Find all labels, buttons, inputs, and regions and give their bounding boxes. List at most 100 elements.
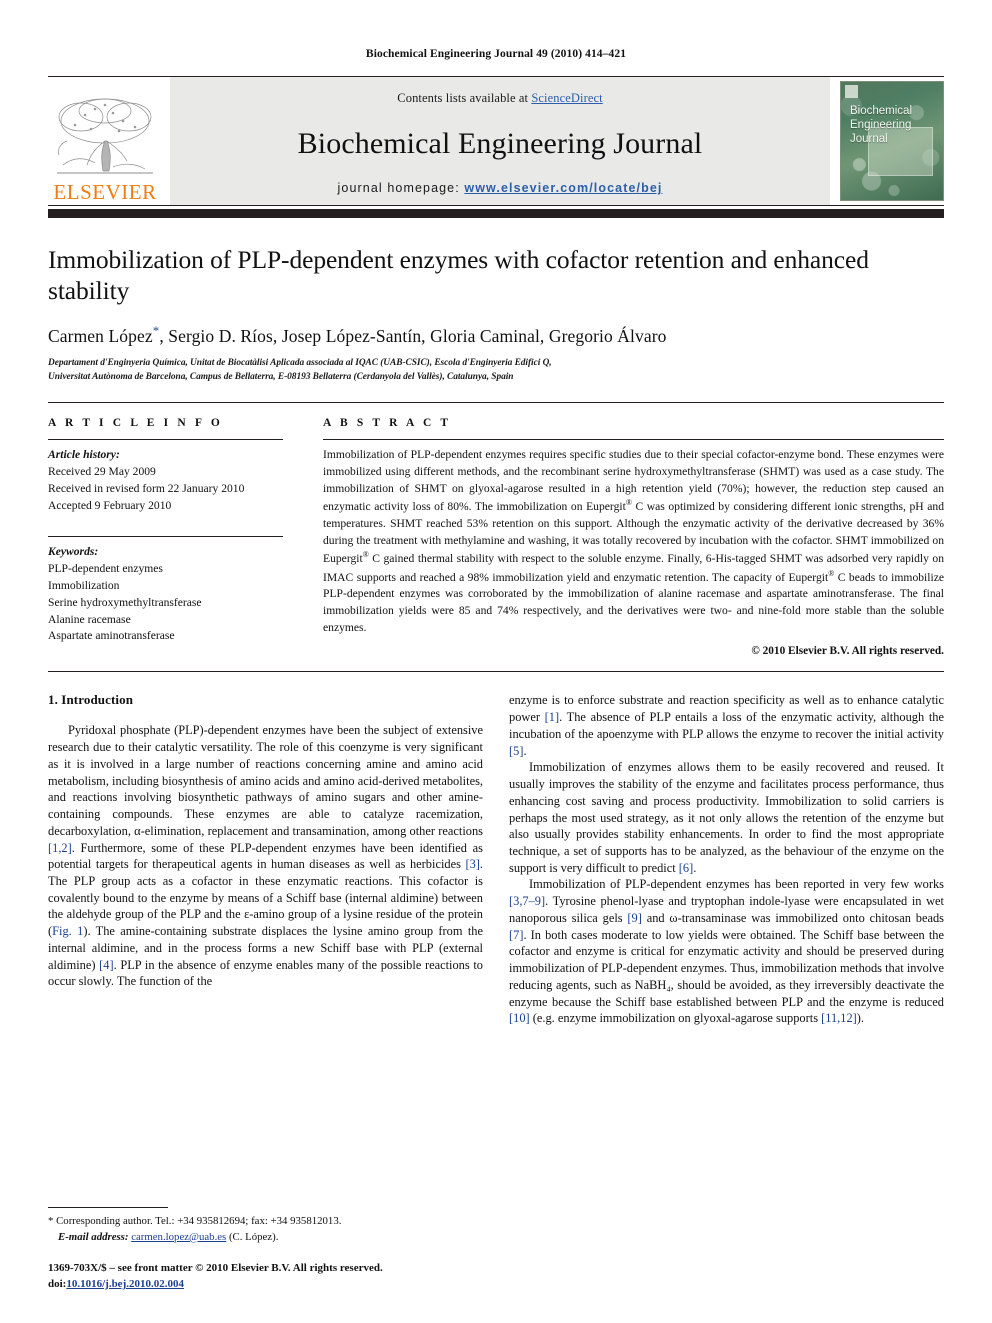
- paragraph-text: Pyridoxal phosphate (PLP)-dependent enzy…: [48, 723, 483, 838]
- affiliation: Departament d'Enginyeria Química, Unitat…: [48, 356, 944, 384]
- running-head: Biochemical Engineering Journal 49 (2010…: [365, 48, 627, 60]
- body-column-left: 1. Introduction Pyridoxal phosphate (PLP…: [48, 692, 483, 1027]
- corresponding-author-contact: * Corresponding author. Tel.: +34 935812…: [48, 1215, 342, 1228]
- citation-link[interactable]: [3,7–9]: [509, 894, 545, 908]
- keywords-rule: [48, 536, 283, 538]
- paragraph-text: Immobilization of enzymes allows them to…: [509, 760, 944, 875]
- authors-remaining: , Sergio D. Ríos, Josep López-Santín, Gl…: [159, 326, 667, 347]
- article-info-heading: A R T I C L E I N F O: [48, 417, 223, 430]
- author-corresponding: Carmen López: [48, 326, 153, 347]
- affiliation-line-2: Universitat Autònoma de Barcelona, Campu…: [48, 372, 514, 383]
- history-revised: Received in revised form 22 January 2010: [48, 481, 245, 495]
- cover-title-line-1: Biochemical: [850, 105, 912, 117]
- citation-link[interactable]: [3]: [465, 857, 479, 871]
- paragraph-text: .: [523, 743, 527, 758]
- author-email-link[interactable]: carmen.lopez@uab.es: [131, 1231, 226, 1243]
- abstract-column: A B S T R A C T Immobilization of PLP-de…: [313, 417, 944, 657]
- body-columns: 1. Introduction Pyridoxal phosphate (PLP…: [48, 692, 944, 1027]
- sciencedirect-link[interactable]: ScienceDirect: [531, 91, 602, 105]
- keyword-item: PLP-dependent enzymes: [48, 562, 163, 576]
- citation-link[interactable]: [11,12]: [821, 1011, 857, 1025]
- corresponding-author-note: * Corresponding author. Tel.: +34 935812…: [48, 1214, 484, 1245]
- footnote-area: * Corresponding author. Tel.: +34 935812…: [48, 1207, 484, 1293]
- body-paragraph: Pyridoxal phosphate (PLP)-dependent enzy…: [48, 722, 483, 990]
- article-info-column: A R T I C L E I N F O Article history: R…: [48, 417, 313, 657]
- section-title-introduction: 1. Introduction: [48, 692, 134, 708]
- cover-title-line-3: Journal: [850, 133, 888, 146]
- masthead-black-bar: [48, 209, 944, 218]
- paragraph-text: . In both cases moderate to low yields w…: [509, 927, 944, 1009]
- email-line: E-mail address: carmen.lopez@uab.es (C. …: [48, 1230, 484, 1245]
- abstract-rule: [323, 439, 944, 441]
- contents-available-line: Contents lists available at ScienceDirec…: [397, 91, 602, 106]
- info-abstract-band: A R T I C L E I N F O Article history: R…: [48, 402, 944, 673]
- journal-masthead: ELSEVIER Contents lists available at Sci…: [48, 76, 944, 205]
- body-paragraph: Immobilization of enzymes allows them to…: [509, 759, 944, 876]
- cover-title-line-2: Engineering: [850, 119, 912, 132]
- elsevier-tree-icon: [57, 98, 153, 174]
- keyword-item: Serine hydroxymethyltransferase: [48, 595, 202, 609]
- citation-link[interactable]: [6]: [679, 861, 693, 875]
- body-paragraph: Immobilization of PLP-dependent enzymes …: [509, 876, 944, 1027]
- body-paragraph: enzyme is to enforce substrate and react…: [509, 692, 944, 759]
- article-info-rule-top: [48, 439, 283, 441]
- paragraph-text: . PLP in the absence of enzyme enables m…: [48, 957, 483, 989]
- doi-label: doi:: [48, 1278, 67, 1291]
- doi-line: doi:10.1016/j.bej.2010.02.004: [48, 1277, 484, 1293]
- footnote-rule: [48, 1207, 168, 1209]
- masthead-bottom-rule: [48, 205, 944, 206]
- abstract-copyright: © 2010 Elsevier B.V. All rights reserved…: [751, 645, 944, 658]
- email-suffix: (C. López).: [226, 1230, 279, 1243]
- body-column-right: enzyme is to enforce substrate and react…: [509, 692, 944, 1027]
- article-history-label: Article history:: [48, 448, 120, 462]
- keyword-item: Aspartate aminotransferase: [48, 629, 175, 643]
- keywords-label: Keywords:: [48, 545, 99, 559]
- keyword-item: Alanine racemase: [48, 612, 131, 626]
- journal-title: Biochemical Engineering Journal: [297, 127, 703, 160]
- article-history-group: Article history: Received 29 May 2009 Re…: [48, 447, 291, 514]
- paragraph-text: and ω-transaminase was immobilized onto …: [641, 910, 944, 925]
- paragraph-text: (e.g. enzyme immobilization on glyoxal-a…: [529, 1011, 822, 1026]
- citation-link[interactable]: [7]: [509, 928, 523, 942]
- author-list: Carmen López*, Sergio D. Ríos, Josep Lóp…: [48, 323, 944, 347]
- doi-link[interactable]: 10.1016/j.bej.2010.02.004: [66, 1278, 184, 1290]
- keyword-item: Immobilization: [48, 579, 120, 593]
- elsevier-wordmark: ELSEVIER: [53, 180, 157, 204]
- history-received: Received 29 May 2009: [48, 465, 156, 479]
- left-column-paragraphs: Pyridoxal phosphate (PLP)-dependent enzy…: [48, 722, 483, 990]
- right-column-paragraphs: enzyme is to enforce substrate and react…: [509, 692, 944, 1027]
- citation-link[interactable]: [1,2]: [48, 841, 72, 855]
- journal-cover-thumbnail: Biochemical Engineering Journal: [840, 81, 944, 201]
- citation-link[interactable]: [5]: [509, 744, 523, 758]
- paper-page: Biochemical Engineering Journal 49 (2010…: [0, 0, 992, 1323]
- title-block: Immobilization of PLP-dependent enzymes …: [48, 244, 944, 384]
- journal-homepage-line: journal homepage: www.elsevier.com/locat…: [338, 181, 663, 195]
- paragraph-text: . Furthermore, some of these PLP-depende…: [48, 840, 483, 872]
- citation-link[interactable]: [9]: [627, 911, 641, 925]
- paragraph-text: .: [693, 860, 697, 875]
- citation-link[interactable]: Fig. 1: [52, 924, 83, 938]
- keywords-group: Keywords: PLP-dependent enzymes Immobili…: [48, 544, 291, 645]
- imprint-block: 1369-703X/$ – see front matter © 2010 El…: [48, 1261, 484, 1293]
- cover-elsevier-mark-icon: [845, 85, 858, 98]
- cover-title: Biochemical Engineering Journal: [850, 104, 912, 146]
- citation-link[interactable]: [1]: [545, 710, 559, 724]
- citation-link[interactable]: [10]: [509, 1011, 530, 1025]
- email-label: E-mail address:: [58, 1230, 129, 1243]
- contents-prefix: Contents lists available at: [397, 91, 532, 105]
- abstract-heading: A B S T R A C T: [323, 417, 452, 430]
- homepage-label: journal homepage:: [337, 181, 460, 195]
- homepage-url-link[interactable]: www.elsevier.com/locate/bej: [464, 181, 662, 195]
- abstract-text: Immobilization of PLP-dependent enzymes …: [323, 447, 944, 636]
- history-accepted: Accepted 9 February 2010: [48, 498, 172, 512]
- citation-link[interactable]: [4]: [99, 958, 113, 972]
- affiliation-line-1: Departament d'Enginyeria Química, Unitat…: [48, 358, 552, 369]
- elsevier-logo: ELSEVIER: [48, 77, 166, 205]
- issn-copyright-line: 1369-703X/$ – see front matter © 2010 El…: [48, 1262, 383, 1275]
- page-title: Immobilization of PLP-dependent enzymes …: [48, 245, 869, 306]
- masthead-center-panel: Contents lists available at ScienceDirec…: [170, 77, 830, 205]
- paragraph-text: Immobilization of PLP-dependent enzymes …: [529, 877, 944, 892]
- paragraph-text: ).: [856, 1011, 865, 1026]
- paragraph-text: . The absence of PLP entails a loss of t…: [509, 710, 945, 741]
